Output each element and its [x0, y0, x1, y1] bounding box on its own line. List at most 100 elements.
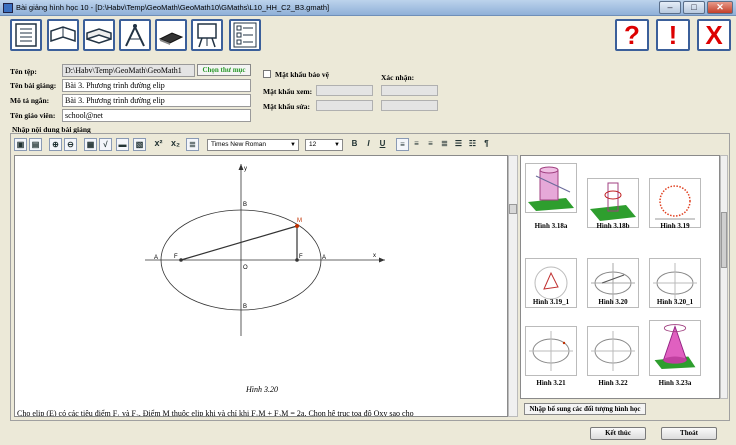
lesson-name-input[interactable]: Bài 3. Phương trình đường elip — [62, 79, 251, 92]
numbered-list-icon[interactable]: ☷ — [466, 138, 479, 151]
gallery-thumb-1[interactable] — [525, 163, 577, 213]
warning-button[interactable]: ! — [656, 19, 690, 51]
description-label: Mô tả ngắn: — [10, 96, 50, 105]
presentation-button[interactable] — [191, 19, 223, 51]
ellipse-chord-figure — [591, 331, 635, 371]
gallery-caption-5: Hình 3.20 — [598, 298, 628, 306]
underline-button[interactable]: U — [376, 138, 389, 151]
bullet-list-icon[interactable]: ☰ — [452, 138, 465, 151]
m-label: M — [297, 218, 302, 224]
x-label: x — [373, 253, 376, 259]
gallery-thumb-3[interactable] — [649, 178, 701, 228]
list-book-icon — [15, 23, 37, 47]
y-label: y — [244, 166, 247, 172]
subscript-button[interactable]: x₂ — [169, 138, 182, 151]
zoom-in-icon[interactable]: ⊕ — [49, 138, 62, 151]
gallery-scroll-thumb[interactable] — [721, 212, 727, 268]
app-icon — [3, 3, 13, 13]
align-center-icon[interactable]: ≡ — [410, 138, 423, 151]
align-left-icon[interactable]: ≡ — [396, 138, 409, 151]
gallery-caption-8: Hình 3.22 — [598, 379, 628, 387]
gallery-scrollbar[interactable] — [720, 155, 728, 399]
bold-button[interactable]: B — [348, 138, 361, 151]
gallery-thumb-7[interactable] — [525, 326, 577, 376]
ellipse-figure: y x O M A A F F B B Hình 3.20 Cho elip (… — [17, 164, 414, 417]
justify-icon[interactable]: ≣ — [438, 138, 451, 151]
gallery-caption-1: Hình 3.18a — [534, 222, 568, 230]
table-icon[interactable]: ▦ — [84, 138, 97, 151]
dark-book-button[interactable] — [155, 19, 187, 51]
lesson-text-line: Cho elip (E) có các tiêu điểm F₁ và F₂. … — [17, 409, 414, 417]
gallery-caption-6: Hình 3.20_1 — [656, 298, 694, 306]
book-button[interactable] — [83, 19, 115, 51]
a1-label: A — [154, 255, 158, 261]
help-button[interactable]: ? — [615, 19, 649, 51]
image-icon[interactable]: ▧ — [133, 138, 146, 151]
cone-plane-figure — [654, 324, 696, 369]
maximize-button[interactable]: □ — [683, 1, 705, 14]
file-path-field[interactable]: D:\Habv\Temp\GeoMath\GeoMath1 — [62, 64, 195, 77]
paragraph-button[interactable]: ¶ — [480, 138, 493, 151]
finish-button[interactable]: Kết thúc — [590, 427, 646, 440]
easel-board-icon — [197, 23, 217, 48]
gallery-caption-7: Hình 3.21 — [536, 379, 566, 387]
ellipse-points-figure — [529, 331, 573, 371]
compass-button[interactable] — [119, 19, 151, 51]
title-bar: Bài giảng hình học 10 - [D:\Habv\Temp\Ge… — [0, 0, 736, 16]
f2-label: F — [174, 254, 178, 260]
minimize-button[interactable]: – — [659, 1, 681, 14]
gallery-caption-2: Hình 3.18b — [596, 222, 630, 230]
point-m — [295, 224, 299, 228]
font-size-select[interactable]: 12 ▼ — [305, 139, 343, 151]
cylinder-section-figure — [590, 182, 636, 221]
window-title: Bài giảng hình học 10 - [D:\Habv\Temp\Ge… — [16, 3, 330, 12]
cylinder-plane-figure — [528, 166, 574, 211]
y-axis-arrow — [238, 164, 244, 170]
gallery-caption-3: Hình 3.19 — [660, 222, 690, 230]
font-size-value: 12 — [309, 141, 317, 148]
password-protect-checkbox[interactable] — [263, 70, 271, 78]
exit-button[interactable]: Thoát — [661, 427, 717, 440]
font-family-select[interactable]: Times New Roman ▼ — [207, 139, 299, 151]
document-scroll-thumb[interactable] — [509, 204, 517, 214]
file-label: Tên tệp: — [10, 67, 37, 76]
window-close-button[interactable]: ✕ — [707, 1, 733, 14]
description-input[interactable]: Bài 3. Phương trình đường elip — [62, 94, 251, 107]
view-password-input[interactable] — [316, 85, 373, 96]
gallery-thumb-9[interactable] — [649, 320, 701, 376]
open-book-button[interactable] — [47, 19, 79, 51]
close-lesson-button[interactable]: X — [697, 19, 731, 51]
lesson-list-button[interactable] — [10, 19, 42, 51]
italic-button[interactable]: I — [362, 138, 375, 151]
gallery-thumb-8[interactable] — [587, 326, 639, 376]
edit-password-input[interactable] — [316, 100, 373, 111]
zoom-out-icon[interactable]: ⊖ — [64, 138, 77, 151]
save-as-icon[interactable]: ▤ — [29, 138, 42, 151]
b2-label: B — [243, 202, 247, 208]
lesson-name-label: Tên bài giảng: — [10, 81, 57, 90]
checklist-button[interactable] — [229, 19, 261, 51]
edit-password-confirm-input[interactable] — [381, 100, 438, 111]
align-right-icon[interactable]: ≡ — [424, 138, 437, 151]
dotted-circle-figure — [655, 185, 695, 220]
line-icon[interactable]: ▬ — [116, 138, 129, 151]
gallery-thumb-2[interactable] — [587, 178, 639, 228]
origin-label: O — [243, 265, 248, 271]
document-icon[interactable]: ≣ — [186, 138, 199, 151]
view-password-confirm-input[interactable] — [381, 85, 438, 96]
segment-f2-m — [180, 225, 298, 261]
chevron-down-icon: ▼ — [290, 142, 296, 148]
superscript-button[interactable]: x² — [152, 138, 165, 151]
document-scrollbar[interactable] — [508, 155, 518, 417]
formula-icon[interactable]: √ — [99, 138, 112, 151]
add-geometry-objects-button[interactable]: Nhập bổ sung các đối tượng hình học — [524, 403, 646, 415]
teacher-input[interactable]: school@net — [62, 109, 251, 122]
save-icon[interactable]: ▣ — [14, 138, 27, 151]
checklist-icon — [233, 22, 257, 48]
teacher-label: Tên giáo viên: — [10, 111, 56, 120]
figure-caption: Hình 3.20 — [245, 385, 278, 394]
document-area[interactable]: y x O M A A F F B B Hình 3.20 Cho elip (… — [14, 155, 508, 417]
confirm-label: Xác nhận: — [381, 73, 415, 82]
open-book-icon — [50, 26, 76, 43]
choose-folder-button[interactable]: Chọn thư mục — [197, 64, 251, 76]
